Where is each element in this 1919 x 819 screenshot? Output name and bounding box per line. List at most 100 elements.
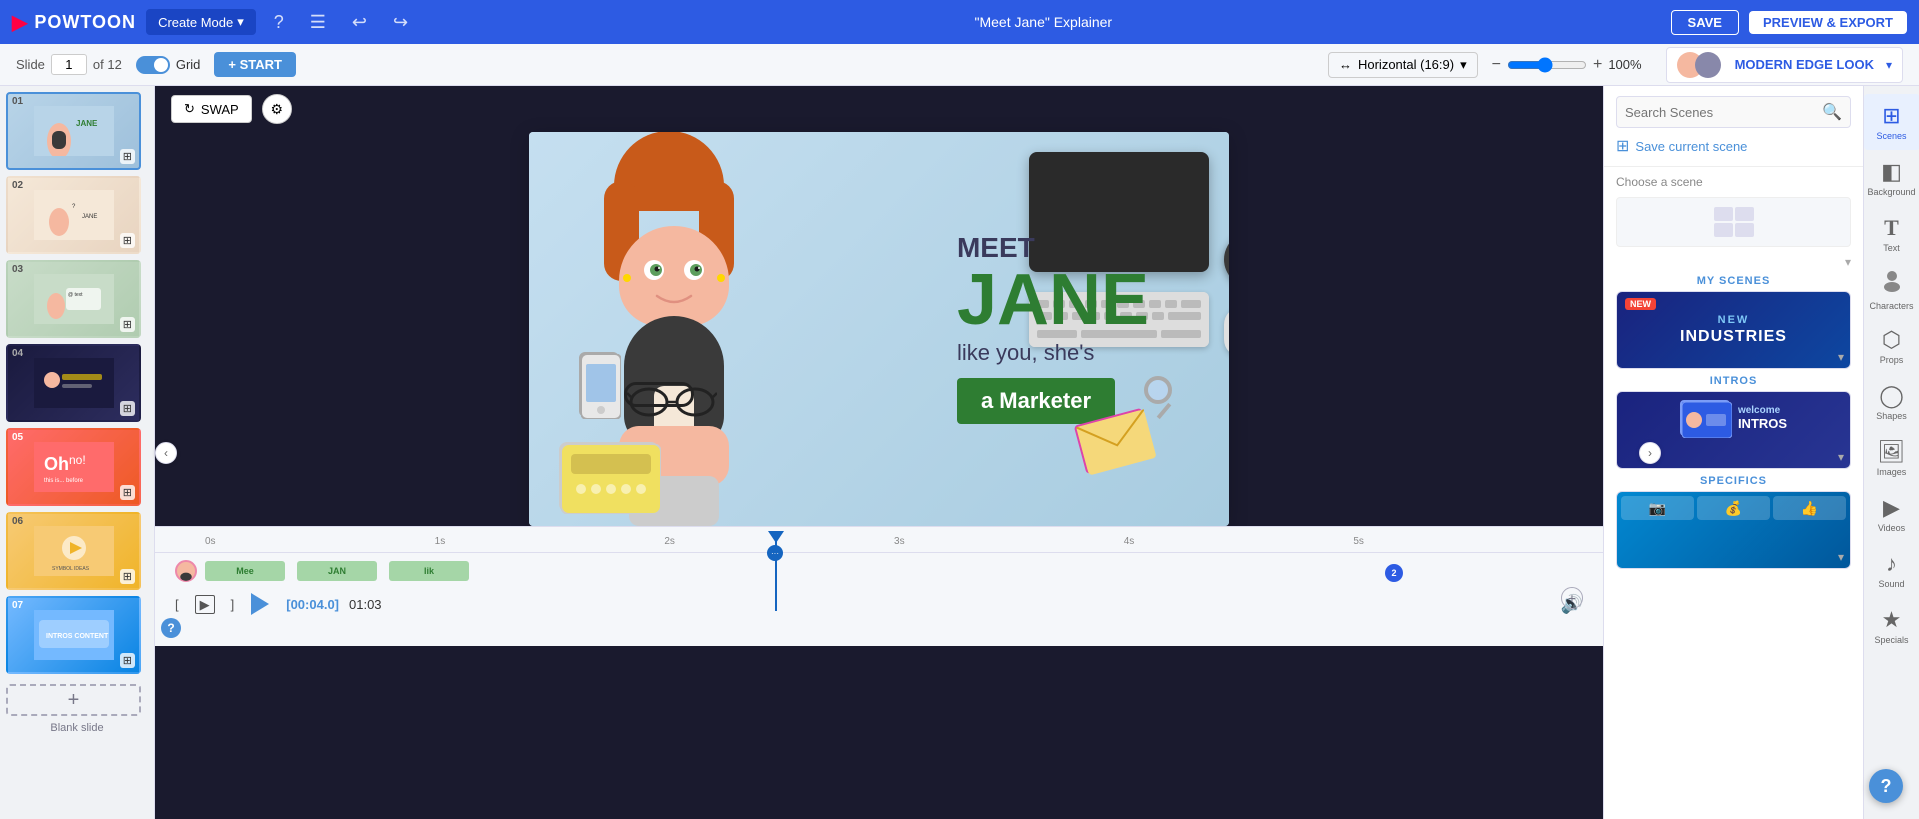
svg-text:INTROS CONTENT: INTROS CONTENT xyxy=(46,633,109,640)
svg-text:Oh: Oh xyxy=(44,454,69,474)
playback-controls: ? [ ▶ ] [00:04.0] 01:03 🔊 xyxy=(155,589,1603,619)
slide-number-input[interactable] xyxy=(51,54,87,75)
track-segment-mee[interactable]: Mee xyxy=(205,561,285,581)
camera-icon: 📷 xyxy=(1649,500,1666,517)
start-button[interactable]: + START xyxy=(214,52,296,77)
track-segment-jan[interactable]: JAN xyxy=(297,561,377,581)
zoom-in-button[interactable]: + xyxy=(1593,56,1602,74)
slides-button[interactable]: ☰ xyxy=(302,8,334,37)
slide-canvas[interactable]: MEET JANE like you, she's a Marketer xyxy=(529,132,1229,526)
help-circle-button[interactable]: ? xyxy=(1869,769,1903,803)
intros-card-content: welcome INTROS xyxy=(1617,392,1850,444)
sidebar-item-videos[interactable]: ▶ Videos xyxy=(1864,486,1919,542)
playhead[interactable]: ··· xyxy=(775,531,777,611)
zoom-slider[interactable] xyxy=(1507,57,1587,73)
swap-button[interactable]: ↻ SWAP xyxy=(171,95,252,123)
specifics-expand-icon[interactable]: ▾ xyxy=(1838,550,1844,564)
sound-icon: ♪ xyxy=(1886,551,1897,577)
scenes-icon: ⊞ xyxy=(1882,103,1900,129)
right-sidebar: ⊞ Scenes ◧ Background T Text Characters … xyxy=(1863,86,1919,819)
slide-thumb-3[interactable]: 03 @ text ⊞ xyxy=(6,260,141,338)
sidebar-item-images[interactable]: 🖼 Images xyxy=(1864,430,1919,486)
shapes-icon: ◯ xyxy=(1879,383,1904,409)
props-icon-label: Props xyxy=(1880,355,1904,365)
industries-expand-icon[interactable]: ▾ xyxy=(1838,350,1844,364)
look-button[interactable]: MODERN EDGE LOOK ▾ xyxy=(1666,47,1903,83)
add-slide-button[interactable]: + xyxy=(6,684,141,716)
scene-card-specifics[interactable]: 📷 💰 👍 ▾ xyxy=(1616,491,1851,569)
grid-cell-2 xyxy=(1735,207,1754,221)
ruler-marks: 0s 1s 2s 3s 4s 5s xyxy=(205,536,1583,547)
sidebar-item-shapes[interactable]: ◯ Shapes xyxy=(1864,374,1919,430)
sidebar-item-sound[interactable]: ♪ Sound xyxy=(1864,542,1919,598)
redo-button[interactable]: ↪ xyxy=(385,8,416,37)
slide-label: Slide xyxy=(16,57,45,72)
zoom-level-label: 100% xyxy=(1608,57,1641,72)
intros-label: INTROS xyxy=(1616,375,1851,387)
collapse-panel-button[interactable]: ‹ xyxy=(155,442,177,464)
blank-scene-expand[interactable]: ▾ xyxy=(1616,255,1851,269)
expand-panel-button[interactable]: › xyxy=(1639,442,1661,464)
sidebar-item-specials[interactable]: ★ Specials xyxy=(1864,598,1919,654)
specifics-cell-1: 📷 xyxy=(1621,496,1694,520)
look-label: MODERN EDGE LOOK xyxy=(1735,57,1874,72)
specifics-cell-2: 💰 xyxy=(1697,496,1770,520)
scene-grid-preview xyxy=(1714,207,1754,237)
slide-thumb-7[interactable]: 07 INTROS CONTENT ⊞ xyxy=(6,596,141,674)
presentation-title: "Meet Jane" Explainer xyxy=(426,14,1660,30)
frame-play-button[interactable]: ▶ xyxy=(189,588,221,620)
sidebar-item-background[interactable]: ◧ Background xyxy=(1864,150,1919,206)
look-avatars xyxy=(1677,52,1721,78)
timeline-ruler: 0s 1s 2s 3s 4s 5s ··· xyxy=(155,531,1603,553)
blank-slide-label: Blank slide xyxy=(6,722,148,734)
track-segment-lik[interactable]: lik xyxy=(389,561,469,581)
export-button[interactable]: PREVIEW & EXPORT xyxy=(1749,11,1907,34)
intros-expand-icon[interactable]: ▾ xyxy=(1838,450,1844,464)
slide-thumb-2[interactable]: 02 ? JANE ⊞ xyxy=(6,176,141,254)
search-icon[interactable]: 🔍 xyxy=(1822,102,1842,122)
scene-card-industries[interactable]: NEW NEW INDUSTRIES ▾ xyxy=(1616,291,1851,369)
slide-thumb-4[interactable]: 04 ⊞ xyxy=(6,344,141,422)
search-scenes-input[interactable] xyxy=(1625,105,1816,120)
slide-thumb-5[interactable]: 05 Oh no! this is... before ⊞ xyxy=(6,428,141,506)
slide-add-icon-6: ⊞ xyxy=(120,569,135,584)
logo: ▶ POWTOON xyxy=(12,10,136,35)
play-button[interactable] xyxy=(244,588,276,620)
slide-num-6: 06 xyxy=(12,516,23,527)
swap-label: SWAP xyxy=(201,102,239,117)
coin-icon: 💰 xyxy=(1725,500,1742,517)
desc-label: like you, she's xyxy=(957,340,1149,366)
blank-scene-preview[interactable] xyxy=(1616,197,1851,247)
timeline-tracks: Mee JAN lik 2 xyxy=(155,553,1603,589)
grid-toggle[interactable] xyxy=(136,56,170,74)
shapes-icon-label: Shapes xyxy=(1876,411,1907,421)
undo-button[interactable]: ↩ xyxy=(344,8,375,37)
zoom-out-button[interactable]: − xyxy=(1492,56,1501,74)
svg-text:@ text: @ text xyxy=(68,292,83,298)
sidebar-item-characters[interactable]: Characters xyxy=(1864,262,1919,318)
slide-thumb-6[interactable]: 06 SYMBOL IDEAS ⊞ xyxy=(6,512,141,590)
timeline-help-badge[interactable]: ? xyxy=(161,618,181,638)
timeline-add-button[interactable]: + xyxy=(1561,587,1583,609)
current-time: [00:04.0] xyxy=(286,597,339,612)
help-button[interactable]: ? xyxy=(266,8,292,37)
subtoolbar: Slide of 12 Grid + START ↔ Horizontal (1… xyxy=(0,44,1919,86)
svg-text:no!: no! xyxy=(69,453,86,467)
track-timeline: Mee JAN lik 2 xyxy=(205,561,1583,581)
specifics-label: SPECIFICS xyxy=(1616,475,1851,487)
slide-thumb-1[interactable]: 01 JANE ⊞ xyxy=(6,92,141,170)
save-button[interactable]: SAVE xyxy=(1671,10,1739,35)
settings-button[interactable]: ⚙ xyxy=(262,94,292,124)
orientation-button[interactable]: ↔ Horizontal (16:9) ▾ xyxy=(1328,52,1478,78)
svg-text:SYMBOL IDEAS: SYMBOL IDEAS xyxy=(52,566,90,572)
create-mode-button[interactable]: Create Mode ▾ xyxy=(146,9,256,35)
sidebar-item-scenes[interactable]: ⊞ Scenes xyxy=(1864,94,1919,150)
sidebar-item-props[interactable]: ⬡ Props xyxy=(1864,318,1919,374)
intros-main-text: INTROS xyxy=(1738,416,1787,431)
slide-num-4: 04 xyxy=(12,348,23,359)
save-scene-label: Save current scene xyxy=(1635,139,1747,154)
save-scene-row[interactable]: ⊞ Save current scene xyxy=(1616,128,1851,160)
mode-arrow-icon: ▾ xyxy=(237,14,244,30)
thumbsup-icon: 👍 xyxy=(1801,500,1818,517)
sidebar-item-text[interactable]: T Text xyxy=(1864,206,1919,262)
